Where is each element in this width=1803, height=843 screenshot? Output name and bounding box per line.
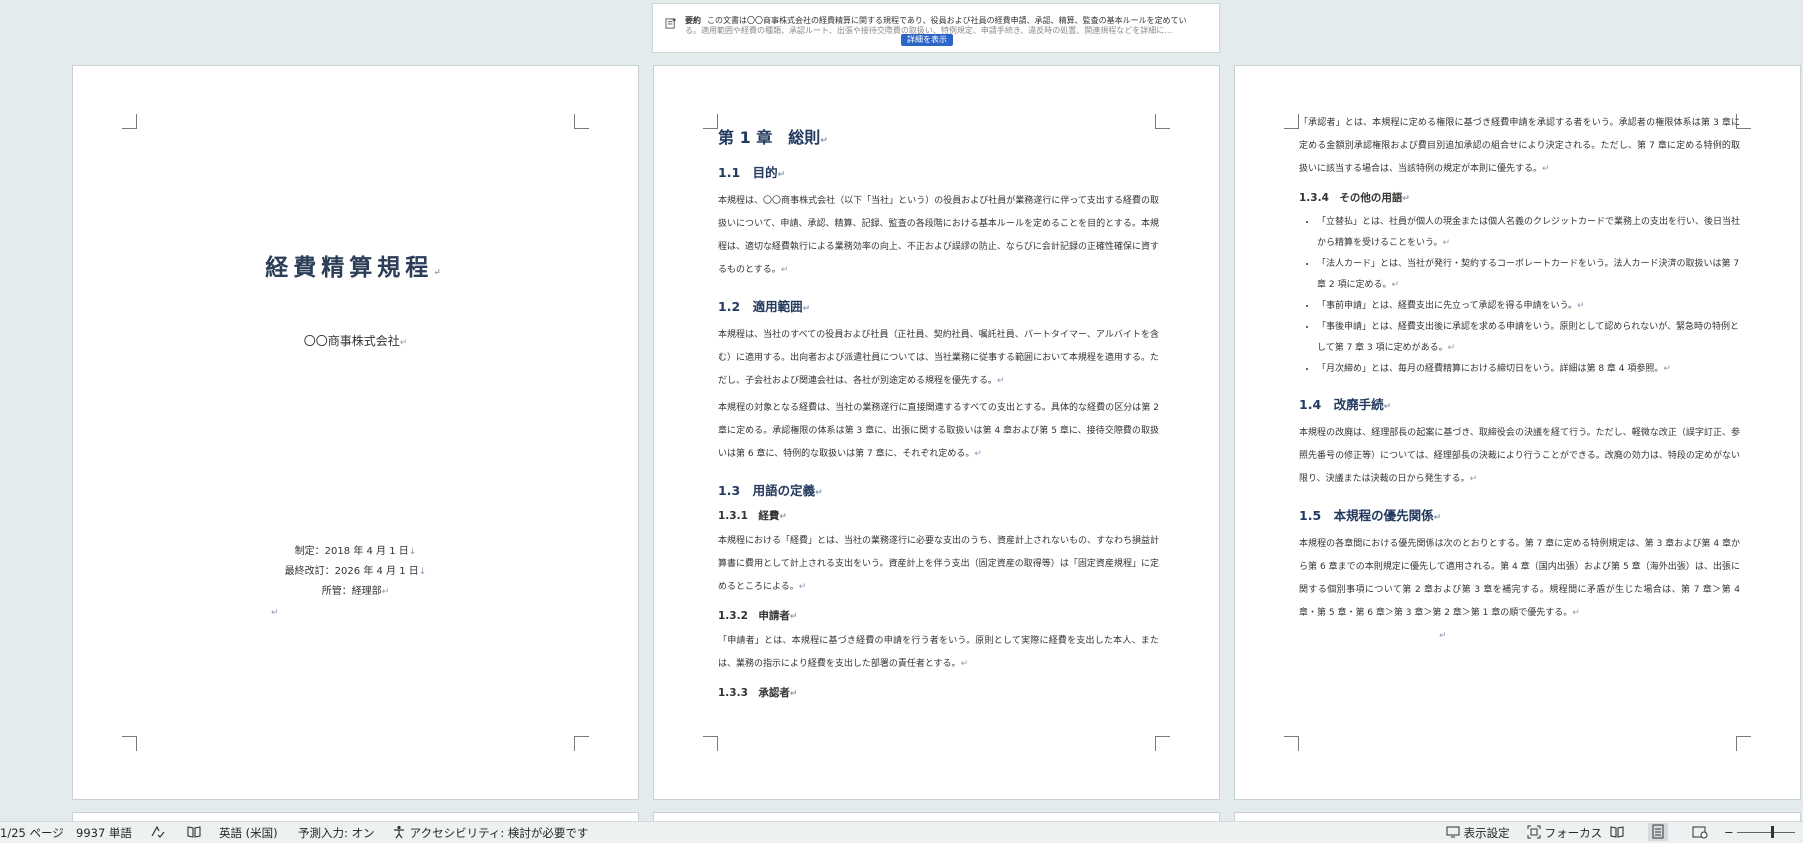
document-page-2[interactable]: 第 1 章 総則↵ 1.1 目的↵ 本規程は、〇〇商事株式会社（以下「当社」とい… (653, 65, 1220, 800)
language-indicator[interactable]: 英語 (米国) (219, 825, 278, 841)
summary-title: 要約 (685, 16, 701, 25)
enacted-date: 制定：2018 年 4 月 1 日↓ (294, 546, 417, 557)
section-heading: 1.5 本規程の優先関係↵ (1299, 508, 1442, 523)
list-item: 「立替払」とは、社員が個人の現金または個人名義のクレジットカードで業務上の支出を… (1317, 212, 1740, 254)
focus-icon (1527, 825, 1541, 839)
chapter-heading: 第 1 章 総則↵ (718, 128, 828, 147)
subsection-heading: 1.3.2 申請者↵ (718, 610, 798, 622)
page-content: 「承認者」とは、本規程に定める権限に基づき経費申請を承認する者をいう。承認者の権… (1299, 112, 1740, 641)
body-paragraph: 本規程の各章間における優先関係は次のとおりとする。第 7 章に定める特例規定は、… (1299, 539, 1740, 618)
crop-mark (122, 736, 137, 751)
list-item: 「月次締め」とは、毎月の経費精算における締切日をいう。詳細は第 8 章 4 項参… (1317, 359, 1740, 380)
body-paragraph: 本規程は、当社のすべての役員および社員（正社員、契約社員、嘱託社員、パートタイマ… (718, 330, 1159, 386)
body-paragraph: 本規程は、〇〇商事株式会社（以下「当社」という）の役員および社員が業務遂行に伴っ… (718, 196, 1159, 275)
summary-icon (665, 18, 676, 29)
page-content: 第 1 章 総則↵ 1.1 目的↵ 本規程は、〇〇商事株式会社（以下「当社」とい… (718, 124, 1159, 707)
paragraph-mark: ↵ (1439, 631, 1447, 641)
section-heading: 1.2 適用範囲↵ (718, 299, 811, 314)
crop-mark (1284, 114, 1299, 129)
body-paragraph: 「申請者」とは、本規程に基づき経費の申請を行う者をいう。原則として実際に経費を支… (718, 636, 1159, 669)
display-settings-icon (1446, 826, 1460, 838)
web-layout-icon[interactable] (1692, 825, 1708, 840)
section-heading: 1.3 用語の定義↵ (718, 483, 823, 498)
status-bar: 1/25 ページ 9937 単語 英語 (米国) 予測入力: オン アクセシビリ… (0, 821, 1803, 843)
crop-mark (703, 114, 718, 129)
crop-mark (574, 736, 589, 751)
company-name: 〇〇商事株式会社↵ (303, 334, 408, 348)
list-item: 「事後申請」とは、経費支出後に承認を求める申請をいう。原則として認められないが、… (1317, 317, 1740, 359)
print-layout-icon[interactable] (1648, 823, 1668, 841)
body-paragraph: 本規程の対象となる経費は、当社の業務遂行に直接関連するすべての支出とする。具体的… (718, 403, 1159, 459)
word-count[interactable]: 9937 単語 (76, 825, 132, 841)
owner-department: 所管：経理部↵ (321, 586, 390, 597)
subsection-heading: 1.3.3 承認者↵ (718, 687, 798, 699)
crop-mark (574, 114, 589, 129)
zoom-slider-handle[interactable] (1771, 826, 1774, 838)
crop-mark (122, 114, 137, 129)
crop-mark (1736, 736, 1751, 751)
read-mode-icon[interactable] (1609, 825, 1625, 840)
document-page-1[interactable]: 経費精算規程↵ 〇〇商事株式会社↵ 制定：2018 年 4 月 1 日↓ 最終改… (72, 65, 639, 800)
section-heading: 1.1 目的↵ (718, 165, 786, 180)
page-count[interactable]: 1/25 ページ (0, 825, 64, 841)
proofing-icon[interactable] (150, 825, 166, 840)
body-paragraph: 「承認者」とは、本規程に定める権限に基づき経費申請を承認する者をいう。承認者の権… (1299, 118, 1740, 174)
section-heading: 1.4 改廃手続↵ (1299, 397, 1392, 412)
predictive-input[interactable]: 予測入力: オン (298, 825, 375, 841)
body-paragraph: 本規程の改廃は、経理部長の起案に基づき、取締役会の決議を経て行う。ただし、軽微な… (1299, 428, 1740, 484)
subsection-heading: 1.3.4 その他の用語↵ (1299, 192, 1410, 204)
zoom-out-button[interactable]: − (1724, 825, 1734, 839)
paragraph-mark: ↵ (271, 608, 279, 618)
document-page-3[interactable]: 「承認者」とは、本規程に定める権限に基づき経費申請を承認する者をいう。承認者の権… (1234, 65, 1801, 800)
document-title: 経費精算規程↵ (265, 254, 446, 281)
subsection-heading: 1.3.1 経費↵ (718, 510, 787, 522)
accessibility-check[interactable]: アクセシビリティ: 検討が必要です (392, 825, 588, 841)
list-item: 「事前申請」とは、経費支出に先立って承認を得る申請をいう。↵ (1317, 296, 1740, 317)
book-icon[interactable] (186, 825, 202, 840)
body-paragraph: 本規程における「経費」とは、当社の業務遂行に必要な支出のうち、資産計上されないも… (718, 536, 1160, 592)
focus-mode-button[interactable]: フォーカス (1527, 825, 1602, 841)
zoom-slider[interactable] (1737, 832, 1795, 833)
list-item: 「法人カード」とは、当社が発行・契約するコーポレートカードをいう。法人カード決済… (1317, 254, 1740, 296)
display-settings-button[interactable]: 表示設定 (1446, 825, 1510, 841)
summary-text: この文書は〇〇商事株式会社の経費精算に関する規程であり、役員および社員の経費申請… (707, 16, 1187, 25)
show-details-button[interactable]: 詳細を表示 (901, 34, 953, 46)
crop-mark (703, 736, 718, 751)
revised-date: 最終改訂：2026 年 4 月 1 日↓ (284, 566, 427, 577)
cover-meta: 制定：2018 年 4 月 1 日↓ 最終改訂：2026 年 4 月 1 日↓ … (73, 542, 638, 602)
summary-banner: 要約 この文書は〇〇商事株式会社の経費精算に関する規程であり、役員および社員の経費… (652, 3, 1220, 53)
term-list: 「立替払」とは、社員が個人の現金または個人名義のクレジットカードで業務上の支出を… (1299, 212, 1740, 380)
accessibility-icon (394, 825, 404, 839)
crop-mark (1284, 736, 1299, 751)
crop-mark (1155, 736, 1170, 751)
